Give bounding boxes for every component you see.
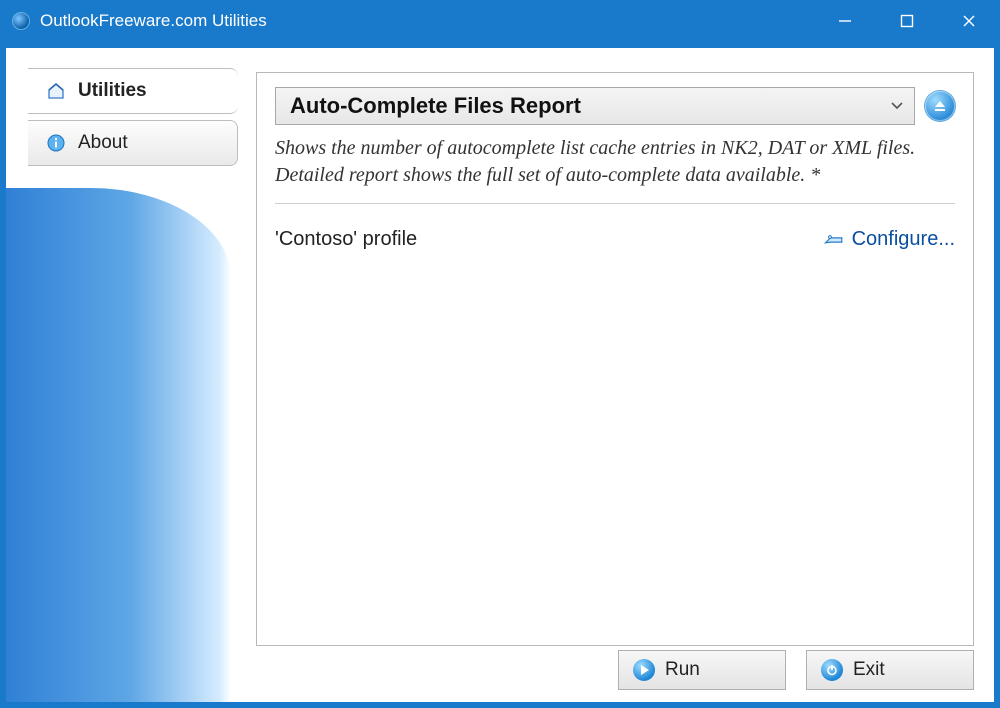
close-button[interactable] xyxy=(938,0,1000,42)
tag-icon xyxy=(824,230,844,250)
run-button[interactable]: Run xyxy=(618,650,786,690)
power-icon xyxy=(821,659,843,681)
sidebar-item-label: About xyxy=(78,132,128,154)
chevron-down-icon xyxy=(890,98,904,114)
utility-description: Shows the number of autocomplete list ca… xyxy=(275,135,955,204)
minimize-button[interactable] xyxy=(814,0,876,42)
sidebar-item-label: Utilities xyxy=(78,80,147,102)
home-icon xyxy=(46,81,66,101)
info-icon xyxy=(46,133,66,153)
app-icon xyxy=(12,12,30,30)
sidebar: Utilities About xyxy=(28,68,238,172)
decorative-band xyxy=(6,188,231,702)
eject-icon xyxy=(933,99,947,113)
configure-label: Configure... xyxy=(852,228,955,251)
sidebar-item-utilities[interactable]: Utilities xyxy=(28,68,238,114)
exit-button[interactable]: Exit xyxy=(806,650,974,690)
utility-dropdown[interactable]: Auto-Complete Files Report xyxy=(275,87,915,125)
profile-label: 'Contoso' profile xyxy=(275,228,417,251)
utility-selector-row: Auto-Complete Files Report xyxy=(275,87,955,125)
run-label: Run xyxy=(665,659,700,681)
configure-link[interactable]: Configure... xyxy=(824,228,955,251)
window-body: Outlook Freeware .com Utilities xyxy=(0,42,1000,708)
titlebar: OutlookFreeware.com Utilities xyxy=(0,0,1000,42)
maximize-button[interactable] xyxy=(876,0,938,42)
sidebar-item-about[interactable]: About xyxy=(28,120,238,166)
client-area: Outlook Freeware .com Utilities xyxy=(6,48,994,702)
eject-button[interactable] xyxy=(925,91,955,121)
play-icon xyxy=(633,659,655,681)
profile-row: 'Contoso' profile Configure... xyxy=(275,228,955,251)
window-title: OutlookFreeware.com Utilities xyxy=(40,11,814,31)
window-controls xyxy=(814,0,1000,42)
main-panel: Auto-Complete Files Report Shows the num… xyxy=(256,72,974,646)
utility-dropdown-label: Auto-Complete Files Report xyxy=(290,93,581,119)
exit-label: Exit xyxy=(853,659,885,681)
bottom-bar: Run Exit xyxy=(618,650,974,690)
